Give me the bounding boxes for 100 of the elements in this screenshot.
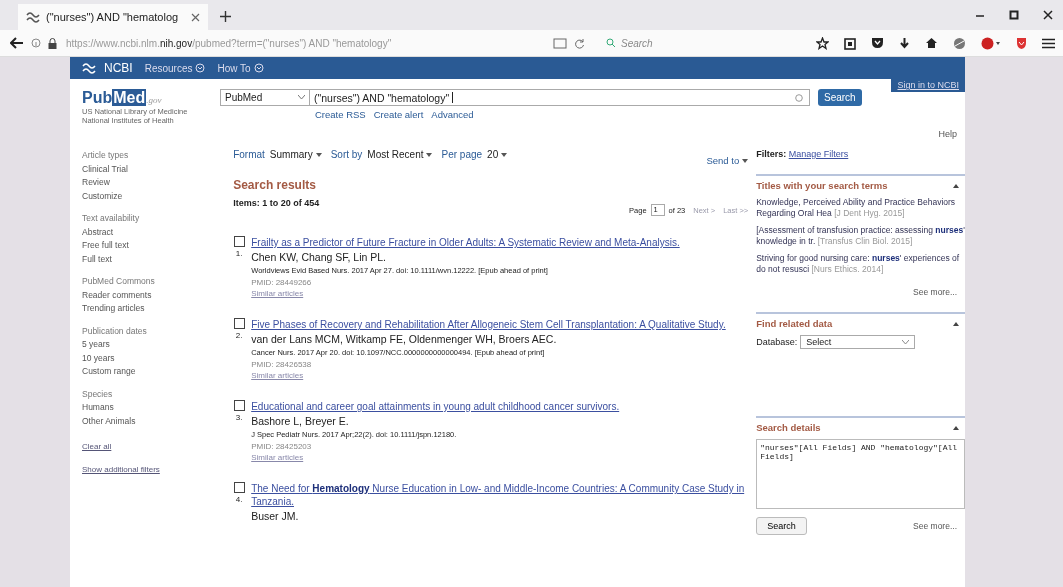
result-title-link[interactable]: The Need for Hematology Nurse Education in Low- and Middle-Income Countries: A Community Case Study in Tanzania. bbox=[251, 482, 749, 508]
send-to-dropdown[interactable]: Send to bbox=[706, 155, 749, 166]
reload-icon[interactable] bbox=[574, 37, 585, 49]
toolbar-dropdown[interactable]: 20 bbox=[487, 149, 508, 160]
search-button[interactable]: Search bbox=[756, 517, 807, 535]
result-number: 2. bbox=[235, 331, 243, 340]
see-more-link[interactable]: See more... bbox=[913, 287, 957, 297]
search-details-field[interactable]: "nurses"[All Fields] AND "hematology"[All Fields] bbox=[756, 439, 965, 509]
toolbar-dropdown[interactable]: Most Recent bbox=[367, 149, 433, 160]
checkbox[interactable] bbox=[233, 482, 245, 493]
collapse-icon[interactable] bbox=[953, 425, 959, 430]
result-authors: Bashore L, Breyer E. bbox=[251, 415, 350, 427]
caret-icon bbox=[501, 152, 508, 157]
collapse-icon[interactable] bbox=[953, 321, 959, 326]
result-pmid: PMID: 28449266 bbox=[251, 278, 313, 287]
info-icon[interactable] bbox=[31, 38, 41, 48]
filter-link[interactable]: Clinical Trial bbox=[82, 162, 222, 176]
similar-articles-link[interactable]: Similar articles bbox=[251, 289, 749, 298]
search-button[interactable]: Search bbox=[818, 89, 862, 106]
result-number: 1. bbox=[235, 249, 243, 258]
search-field[interactable]: ("nurses") AND "hematology" bbox=[310, 89, 810, 106]
nav-menu[interactable]: How To bbox=[217, 62, 264, 74]
help-link[interactable]: Help bbox=[938, 129, 957, 139]
browser-tab[interactable]: ("nurses") AND "hematolog bbox=[18, 4, 208, 30]
result-title-link[interactable]: Five Phases of Recovery and Rehabilitation After Allogeneic Stem Cell Transplantation: A Qualitative Study. bbox=[251, 318, 749, 331]
checkbox[interactable] bbox=[233, 400, 245, 411]
similar-articles-link[interactable]: Similar articles bbox=[251, 371, 749, 380]
filter-link[interactable]: Humans bbox=[82, 401, 222, 415]
filter-heading: Species bbox=[82, 387, 114, 401]
clear-all-link[interactable]: Clear all bbox=[82, 442, 222, 451]
shield-icon[interactable] bbox=[871, 37, 884, 49]
ncbi-logo-icon bbox=[82, 62, 96, 74]
filter-link[interactable]: Abstract bbox=[82, 225, 222, 239]
collapse-icon[interactable] bbox=[953, 183, 959, 188]
filter-link[interactable]: Reader comments bbox=[82, 288, 222, 302]
dropdown-icon bbox=[253, 63, 264, 73]
database-label: Database: bbox=[756, 337, 798, 347]
badge-icon[interactable] bbox=[981, 36, 1001, 50]
show-filters-link[interactable]: Show additional filters bbox=[82, 465, 222, 474]
results-heading: Search results bbox=[233, 178, 317, 192]
filters-label: Filters: bbox=[756, 149, 787, 159]
search-option-link[interactable]: Advanced bbox=[431, 109, 474, 120]
checkbox[interactable] bbox=[233, 318, 245, 329]
database-select[interactable]: PubMed bbox=[220, 89, 310, 106]
ncbi-logo[interactable]: NCBI bbox=[104, 61, 133, 75]
search-option-link[interactable]: Create alert bbox=[373, 109, 424, 120]
caret-icon bbox=[315, 152, 322, 157]
filter-link[interactable]: Customize bbox=[82, 189, 222, 203]
result-title-link[interactable]: Educational and career goal attainments in young adult childhood cancer survivors. bbox=[251, 400, 749, 413]
back-icon[interactable] bbox=[10, 37, 24, 49]
search-option-link[interactable]: Create RSS bbox=[315, 109, 366, 120]
ncbi-icon bbox=[26, 11, 40, 23]
filter-heading: Article types bbox=[82, 149, 130, 162]
result-authors: van der Lans MCM, Witkamp FE, Oldenmenger WH, Broers AEC. bbox=[251, 333, 558, 345]
filter-link[interactable]: Trending articles bbox=[82, 302, 222, 316]
result-authors: Chen KW, Chang SF, Lin PL. bbox=[251, 251, 387, 263]
url-field[interactable]: https://www.ncbi.nlm.nih.gov/pubmed?term=("nurses") AND "hematology" bbox=[66, 37, 546, 49]
panel-heading: Search details bbox=[756, 422, 821, 433]
related-title-link[interactable]: Striving for good nursing care: nurses' experiences of do not resusci [Nurs Ethics. 2014] bbox=[756, 253, 965, 275]
results-count: Items: 1 to 20 of 454 bbox=[233, 198, 320, 208]
reader-icon[interactable] bbox=[553, 37, 567, 49]
filter-heading: Text availability bbox=[82, 212, 141, 225]
manage-filters-link[interactable]: Manage Filters bbox=[788, 149, 849, 159]
maximize-icon[interactable] bbox=[1009, 10, 1019, 20]
filter-link[interactable]: 10 years bbox=[82, 351, 222, 365]
result-authors: Buser JM. bbox=[251, 510, 300, 522]
nav-menu[interactable]: Resources bbox=[144, 62, 206, 74]
caret-icon bbox=[298, 95, 305, 100]
sign-in-link[interactable]: Sign in to NCBI bbox=[891, 78, 965, 92]
caret-icon bbox=[426, 152, 433, 157]
filter-link[interactable]: Free full text bbox=[82, 239, 222, 253]
panel-heading: Titles with your search terms bbox=[756, 180, 888, 191]
filter-link[interactable]: Review bbox=[82, 176, 222, 190]
new-tab-icon[interactable] bbox=[220, 11, 231, 22]
lock-icon bbox=[48, 37, 57, 49]
home-icon[interactable] bbox=[925, 37, 938, 49]
menu-icon[interactable] bbox=[1042, 37, 1055, 49]
close-icon[interactable] bbox=[1043, 10, 1053, 20]
database-select[interactable]: Select bbox=[800, 335, 916, 349]
filter-link[interactable]: Custom range bbox=[82, 365, 222, 379]
result-title-link[interactable]: Frailty as a Predictor of Future Fracture in Older Adults: A Systematic Review and Meta-Analysis. bbox=[251, 236, 749, 249]
similar-articles-link[interactable]: Similar articles bbox=[251, 453, 749, 462]
toolbar-label: Format bbox=[233, 149, 265, 160]
see-more-link[interactable]: See more... bbox=[913, 521, 965, 531]
checkbox[interactable] bbox=[233, 236, 245, 247]
caret-icon bbox=[742, 158, 749, 163]
text-cursor bbox=[452, 92, 454, 103]
toolbar-label: Per page bbox=[441, 149, 483, 160]
filter-link[interactable]: 5 years bbox=[82, 338, 222, 352]
related-title-link[interactable]: [Assessment of transfusion practice: assessing nurses' knowledge in tr. [Transfus Clin Biol. 2015] bbox=[756, 225, 965, 247]
toolbar-label: Sort by bbox=[330, 149, 363, 160]
related-title-link[interactable]: Knowledge, Perceived Ability and Practice Behaviors Regarding Oral Hea [J Dent Hyg. 2015] bbox=[756, 197, 965, 219]
caret-icon bbox=[902, 339, 910, 345]
filter-link[interactable]: Full text bbox=[82, 252, 222, 266]
filter-link[interactable]: Other Animals bbox=[82, 414, 222, 428]
star-icon[interactable] bbox=[816, 36, 829, 50]
browser-search-field[interactable]: Search bbox=[606, 37, 766, 49]
toolbar-dropdown[interactable]: Summary bbox=[269, 149, 322, 160]
panel-heading: Find related data bbox=[756, 318, 833, 329]
download-icon[interactable] bbox=[899, 36, 910, 50]
